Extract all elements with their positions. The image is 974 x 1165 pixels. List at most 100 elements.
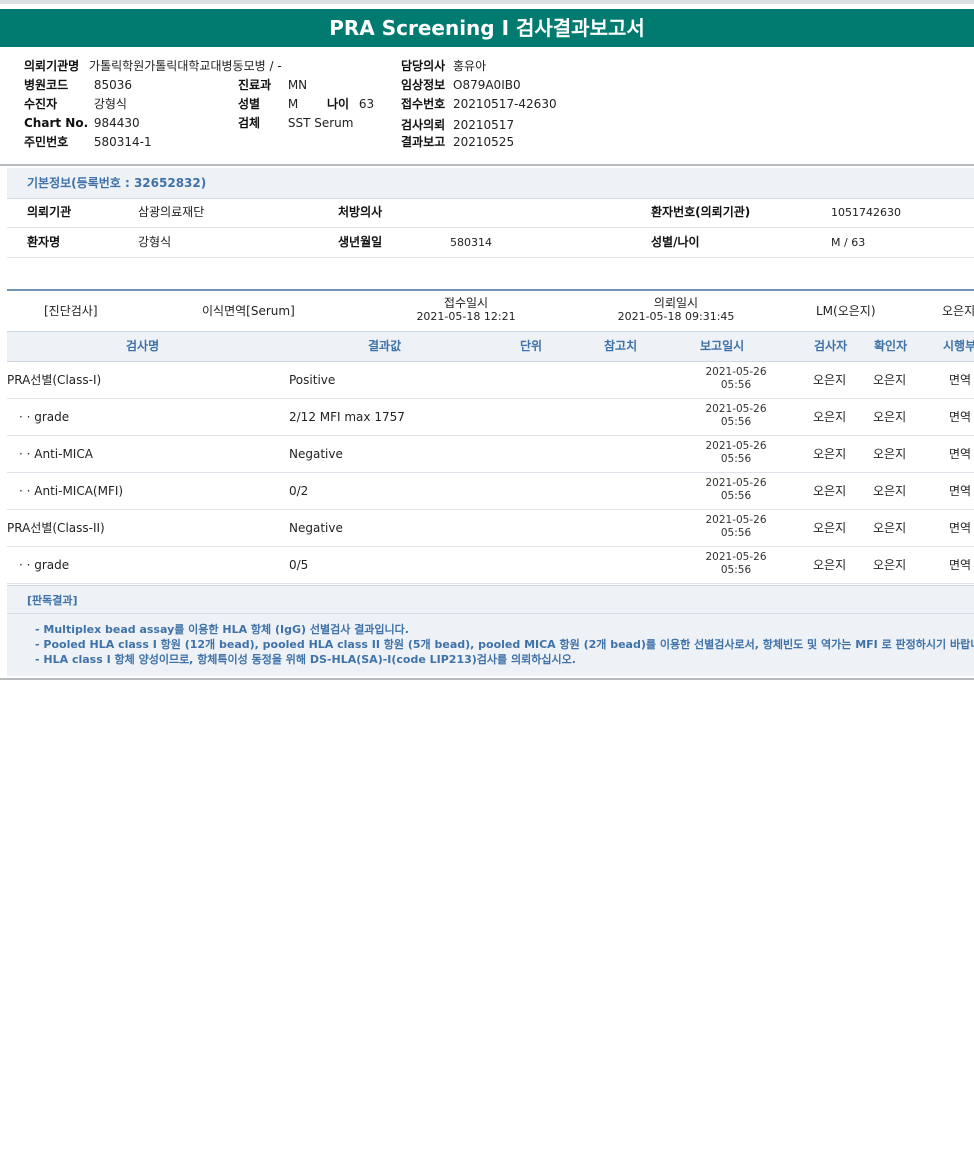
institution-label: 의뢰기관명 [24,59,80,73]
row-tester: 오은지 [813,558,847,572]
request-value: 20210517 [453,118,515,132]
dept-value: MN [287,78,308,92]
clinical-info-value: O879A0IB0 [453,78,521,92]
result-row: · · Anti-MICA(MFI) 0/2 2021-05-26 05:56 오… [7,473,974,510]
row-tester: 오은지 [813,521,847,535]
row-performer: 면역 [949,373,972,387]
row-tester: 오은지 [813,410,847,424]
doctor-label: 담당의사 [401,59,446,73]
specimen-field: 검체 SST Serum [238,114,353,131]
row-result: Positive [289,373,336,387]
report-date-label: 결과보고 [401,135,446,149]
row-test-name: · · Anti-MICA(MFI) [19,484,124,498]
row-report-time: 2021-05-26 05:56 [696,403,776,429]
basic-info-heading-text: 기본정보(등록번호 : 32652832) [27,176,207,190]
id-value: 580314-1 [93,135,152,149]
row-confirmer: 오은지 [873,410,907,424]
col-performer: 시행부 [943,339,974,353]
col-reference: 참고치 [604,339,638,353]
row-report-clock: 05:56 [720,564,752,576]
report-title: PRA Screening Ⅰ 검사결과보고서 [0,9,974,47]
test-meta-row: [진단검사] 이식면역[Serum] 접수일시 2021-05-18 12:21… [7,293,974,332]
bi-institution-value: 삼광의료재단 [138,205,205,219]
basic-info-section: 기본정보(등록번호 : 32652832) 의뢰기관 삼광의료재단 처방의사 환… [7,168,974,258]
test-category: [진단검사] [44,304,98,318]
row-report-clock: 05:56 [720,490,752,502]
row-performer: 면역 [949,521,972,535]
age-label: 나이 [327,97,350,111]
hospital-code-field: 병원코드 85036 [24,76,132,93]
sex-value: M [287,97,299,111]
col-result: 결과값 [368,339,402,353]
row-performer: 면역 [949,558,972,572]
clinical-info-field: 임상정보 O879A0IB0 [401,76,521,93]
bi-prescriber-label: 처방의사 [338,205,383,219]
bi-dob-value: 580314 [450,236,492,249]
row-report-date: 2021-05-26 [705,551,767,563]
col-report-time: 보고일시 [700,339,745,353]
result-row: · · Anti-MICA Negative 2021-05-26 05:56 오… [7,436,974,473]
interpretation-section: [판독결과] - Multiplex bead assay를 이용한 HLA 항… [7,585,974,676]
row-tester: 오은지 [813,447,847,461]
request-label: 검사의뢰 [401,118,446,132]
row-report-clock: 05:56 [720,416,752,428]
row-tester: 오은지 [813,373,847,387]
row-test-name: PRA선별(Class-I) [7,373,102,387]
col-unit: 단위 [520,339,543,353]
interpretation-line: - Pooled HLA class I 항원 (12개 bead), pool… [35,638,974,651]
bi-dob-label: 생년월일 [338,235,383,249]
id-label: 주민번호 [24,135,69,149]
bi-institution-label: 의뢰기관 [27,205,72,219]
result-row: · · grade 0/5 2021-05-26 05:56 오은지 오은지 면역 [7,547,974,584]
requested-value: 2021-05-18 09:31:45 [617,310,735,323]
row-test-name: PRA선별(Class-II) [7,521,105,535]
interpretation-line: - HLA class I 항체 양성이므로, 항체특이성 동정을 위해 DS-… [35,653,576,666]
clinical-info-label: 임상정보 [401,78,446,92]
test-dept: 이식면역[Serum] [202,304,295,318]
row-performer: 면역 [949,447,972,461]
receipt-no-field: 접수번호 20210517-42630 [401,95,557,112]
bottom-separator [0,678,974,680]
row-confirmer: 오은지 [873,447,907,461]
row-confirmer: 오은지 [873,558,907,572]
result-row: · · grade 2/12 MFI max 1757 2021-05-26 05… [7,399,974,436]
row-report-time: 2021-05-26 05:56 [696,366,776,392]
dept-label: 진료과 [238,78,272,92]
result-row: PRA선별(Class-II) Negative 2021-05-26 05:56… [7,510,974,547]
sex-field: 성별 M [238,95,298,112]
receipt-no-value: 20210517-42630 [453,97,557,111]
basic-info-row-2: 환자명 강형식 생년월일 580314 성별/나이 M / 63 [7,228,974,258]
bi-name-label: 환자명 [27,235,61,249]
row-result: Negative [289,521,343,535]
row-report-date: 2021-05-26 [705,403,767,415]
row-report-clock: 05:56 [720,527,752,539]
requested-label: 의뢰일시 [653,296,699,310]
received-value: 2021-05-18 12:21 [416,310,516,323]
row-report-time: 2021-05-26 05:56 [696,514,776,540]
row-report-time: 2021-05-26 05:56 [696,551,776,577]
top-border [0,0,974,4]
patient-field: 수진자 강형식 [24,95,127,112]
institution-value: 가톨릭학원가톨릭대학교대병동모병 / - [89,59,282,73]
age-value: 63 [358,97,375,111]
row-confirmer: 오은지 [873,521,907,535]
institution-field: 의뢰기관명 가톨릭학원가톨릭대학교대병동모병 / - [24,57,282,74]
basic-info-row-1: 의뢰기관 삼광의료재단 처방의사 환자번호(의뢰기관) 1051742630 [7,198,974,228]
hospital-code-value: 85036 [93,78,133,92]
receipt-no-label: 접수번호 [401,97,446,111]
row-report-time: 2021-05-26 05:56 [696,477,776,503]
row-report-clock: 05:56 [720,379,752,391]
row-report-date: 2021-05-26 [705,514,767,526]
row-result: Negative [289,447,343,461]
age-field: 나이 63 [327,95,374,112]
patient-value: 강형식 [93,97,127,111]
specimen-label: 검체 [238,116,261,130]
chart-no-field: Chart No. 984430 [24,116,140,130]
row-performer: 면역 [949,484,972,498]
interpretation-line: - Multiplex bead assay를 이용한 HLA 항체 (IgG)… [35,623,409,636]
row-result: 2/12 MFI max 1757 [289,410,405,424]
bi-patient-no-label: 환자번호(의뢰기관) [651,205,751,219]
col-test-name: 검사명 [126,339,160,353]
interpretation-text: - Multiplex bead assay를 이용한 HLA 항체 (IgG)… [35,622,974,667]
row-result: 0/2 [289,484,309,498]
